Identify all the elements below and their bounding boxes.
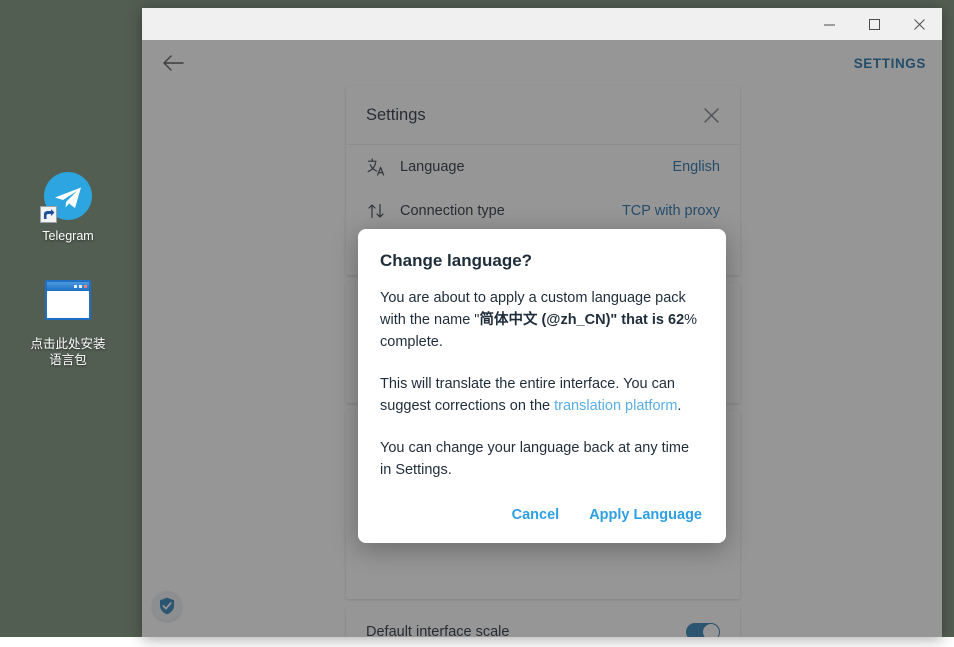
dialog-paragraph-1: You are about to apply a custom language… (380, 287, 704, 353)
dialog-p2-part2: . (677, 398, 681, 414)
desktop-icon-label-line2: 语言包 (14, 352, 122, 368)
dialog-p1-part2: (@zh_CN)" that is (537, 312, 668, 328)
maximize-button[interactable] (852, 8, 897, 40)
telegram-window: SETTINGS Settings (142, 8, 942, 637)
window-file-icon (44, 280, 92, 328)
telegram-logo-icon (44, 172, 92, 220)
desktop-icon-label: Telegram (14, 228, 122, 244)
dialog-completion-percent: 62 (668, 312, 684, 328)
change-language-dialog: Change language? You are about to apply … (358, 229, 726, 543)
cancel-button[interactable]: Cancel (510, 501, 562, 529)
window-titlebar (142, 8, 942, 40)
dialog-paragraph-2: This will translate the entire interface… (380, 373, 704, 417)
close-button[interactable] (897, 8, 942, 40)
desktop-icon-telegram[interactable]: Telegram (14, 172, 122, 244)
apply-language-button[interactable]: Apply Language (587, 501, 704, 529)
shortcut-overlay-icon (40, 206, 57, 223)
desktop-icon-label-line1: 点击此处安装 (14, 336, 122, 352)
minimize-button[interactable] (807, 8, 852, 40)
window-body: SETTINGS Settings (142, 40, 942, 637)
dialog-paragraph-3: You can change your language back at any… (380, 437, 704, 481)
translation-platform-link[interactable]: translation platform (554, 398, 677, 414)
dialog-title: Change language? (380, 251, 704, 271)
screen-root: Telegram 点击此处安装 语言包 (0, 0, 954, 647)
dialog-actions: Cancel Apply Language (380, 499, 704, 529)
desktop-icon-install-language-pack[interactable]: 点击此处安装 语言包 (14, 276, 122, 368)
dialog-language-name: 简体中文 (479, 312, 537, 328)
